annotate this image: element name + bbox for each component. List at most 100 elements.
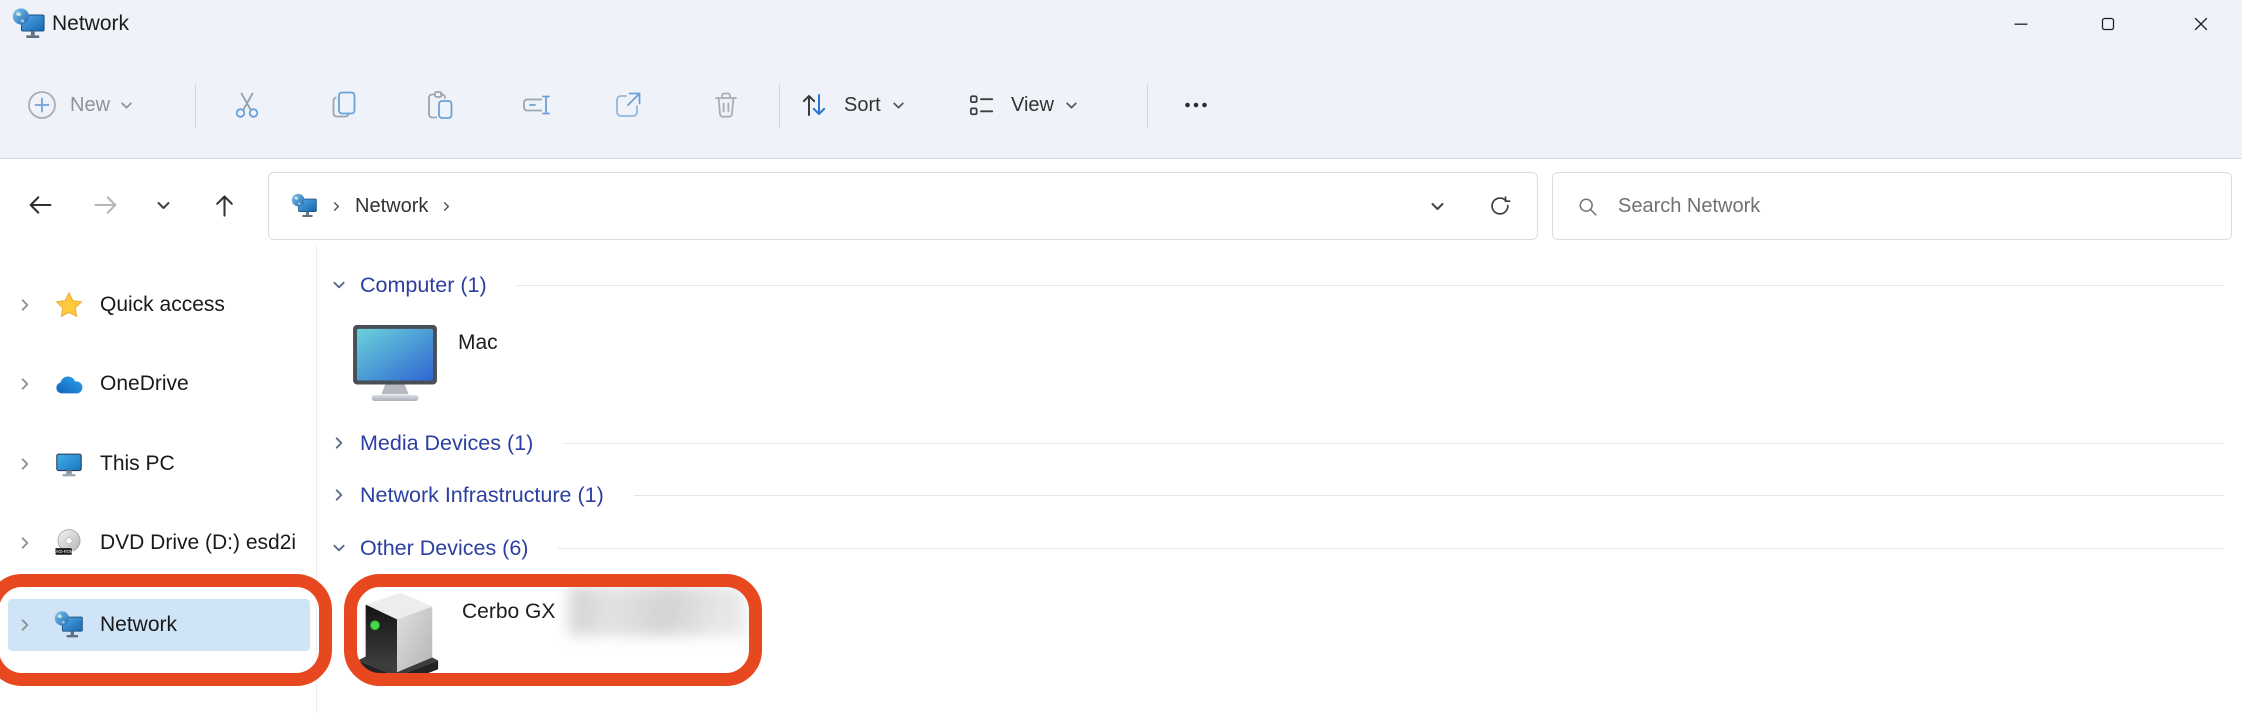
server-device-icon xyxy=(350,584,444,686)
group-header-network-infrastructure[interactable]: Network Infrastructure (1) xyxy=(332,478,2232,512)
see-more-button[interactable] xyxy=(1168,79,1224,131)
monitor-icon xyxy=(54,449,84,479)
dvd-disc-icon xyxy=(54,528,84,558)
rename-button[interactable] xyxy=(508,79,564,131)
breadcrumb-network[interactable]: Network xyxy=(355,195,428,218)
up-arrow-icon xyxy=(211,192,238,219)
search-box[interactable] xyxy=(1552,172,2232,240)
item-label: Mac xyxy=(458,331,498,355)
share-icon xyxy=(612,89,644,121)
network-computer-icon xyxy=(54,610,84,640)
maximize-icon xyxy=(2097,13,2119,35)
search-input[interactable] xyxy=(1618,195,2207,218)
chevron-right-icon[interactable] xyxy=(18,536,32,550)
delete-button[interactable] xyxy=(698,79,754,131)
refresh-icon[interactable] xyxy=(1489,195,1511,217)
paste-button[interactable] xyxy=(412,79,468,131)
copy-button[interactable] xyxy=(316,79,372,131)
onedrive-cloud-icon xyxy=(54,375,84,397)
address-bar[interactable]: Network xyxy=(268,172,1538,240)
item-label: Cerbo GX xyxy=(462,600,555,624)
cut-icon xyxy=(231,89,263,121)
sidebar-item-quick-access[interactable]: Quick access xyxy=(8,279,310,331)
share-button[interactable] xyxy=(600,79,656,131)
group-rule xyxy=(517,285,2224,286)
group-rule xyxy=(558,548,2224,549)
item-cerbo-gx[interactable]: Cerbo GX xyxy=(350,578,745,686)
group-rule xyxy=(634,495,2224,496)
group-header-computer[interactable]: Computer (1) xyxy=(332,268,2232,302)
minimize-icon xyxy=(2010,13,2032,35)
breadcrumb-chevron-icon xyxy=(331,201,342,212)
item-mac[interactable]: Mac xyxy=(352,318,498,402)
chevron-down-icon xyxy=(892,99,905,112)
chevron-down-icon[interactable] xyxy=(332,278,346,292)
chevron-right-icon[interactable] xyxy=(18,377,32,391)
forward-button[interactable] xyxy=(84,183,128,227)
view-list-icon xyxy=(966,90,997,121)
network-computer-icon xyxy=(12,7,46,41)
rename-icon xyxy=(520,89,552,121)
up-button[interactable] xyxy=(202,183,246,227)
chevron-right-icon[interactable] xyxy=(18,457,32,471)
delete-icon xyxy=(710,89,742,121)
sidebar-item-this-pc[interactable]: This PC xyxy=(8,438,310,490)
sidebar-item-label: OneDrive xyxy=(100,372,189,396)
sidebar-item-label: Quick access xyxy=(100,293,225,317)
window-chrome: Network New Sort View xyxy=(0,0,2242,159)
magnifier-icon xyxy=(1577,196,1598,217)
group-label: Computer (1) xyxy=(360,273,487,298)
close-button[interactable] xyxy=(2168,1,2234,47)
group-header-media-devices[interactable]: Media Devices (1) xyxy=(332,426,2232,460)
paste-icon xyxy=(424,89,456,121)
sort-button-label: Sort xyxy=(844,94,881,117)
sidebar-item-dvd-drive[interactable]: DVD Drive (D:) esd2i xyxy=(8,517,310,569)
toolbar-divider xyxy=(1147,84,1148,128)
see-more-icon xyxy=(1180,89,1212,121)
cut-button[interactable] xyxy=(219,79,275,131)
chevron-right-icon[interactable] xyxy=(332,488,346,502)
group-header-other-devices[interactable]: Other Devices (6) xyxy=(332,531,2232,565)
file-explorer-window: Network New Sort View xyxy=(0,0,2242,713)
redacted-text-blur xyxy=(569,586,745,636)
toolbar-divider xyxy=(779,84,780,128)
sidebar-item-label: Network xyxy=(100,613,177,637)
plus-circle-icon xyxy=(26,89,58,121)
star-icon xyxy=(54,290,84,320)
computer-monitor-icon xyxy=(352,324,438,402)
sidebar-item-label: This PC xyxy=(100,452,175,476)
breadcrumb-chevron-icon[interactable] xyxy=(441,201,452,212)
address-dropdown-chevron-icon[interactable] xyxy=(1430,199,1445,214)
back-arrow-icon xyxy=(26,191,54,219)
sort-button[interactable]: Sort xyxy=(798,79,905,131)
sort-arrows-icon xyxy=(798,89,830,121)
network-computer-icon xyxy=(291,193,318,219)
chevron-down-icon xyxy=(156,198,171,213)
new-button[interactable]: New xyxy=(26,79,133,131)
view-button[interactable]: View xyxy=(966,79,1078,131)
recent-locations-button[interactable] xyxy=(146,183,180,227)
group-label: Other Devices (6) xyxy=(360,536,528,561)
sidebar-divider xyxy=(316,246,317,713)
new-button-label: New xyxy=(70,94,110,117)
toolbar-divider xyxy=(195,84,196,128)
chevron-down-icon[interactable] xyxy=(332,541,346,555)
maximize-button[interactable] xyxy=(2075,1,2141,47)
sidebar-item-label: DVD Drive (D:) esd2i xyxy=(100,531,296,555)
minimize-button[interactable] xyxy=(1988,1,2054,47)
group-label: Network Infrastructure (1) xyxy=(360,483,604,508)
chevron-right-icon[interactable] xyxy=(332,436,346,450)
back-button[interactable] xyxy=(18,183,62,227)
chevron-down-icon xyxy=(1065,99,1078,112)
close-icon xyxy=(2190,13,2212,35)
window-title: Network xyxy=(52,12,129,36)
group-rule xyxy=(563,443,2224,444)
chevron-right-icon[interactable] xyxy=(18,298,32,312)
view-button-label: View xyxy=(1011,94,1054,117)
copy-icon xyxy=(328,89,360,121)
forward-arrow-icon xyxy=(92,191,120,219)
chevron-right-icon[interactable] xyxy=(18,618,32,632)
group-label: Media Devices (1) xyxy=(360,431,533,456)
sidebar-item-onedrive[interactable]: OneDrive xyxy=(8,358,310,410)
sidebar-item-network[interactable]: Network xyxy=(8,599,310,651)
